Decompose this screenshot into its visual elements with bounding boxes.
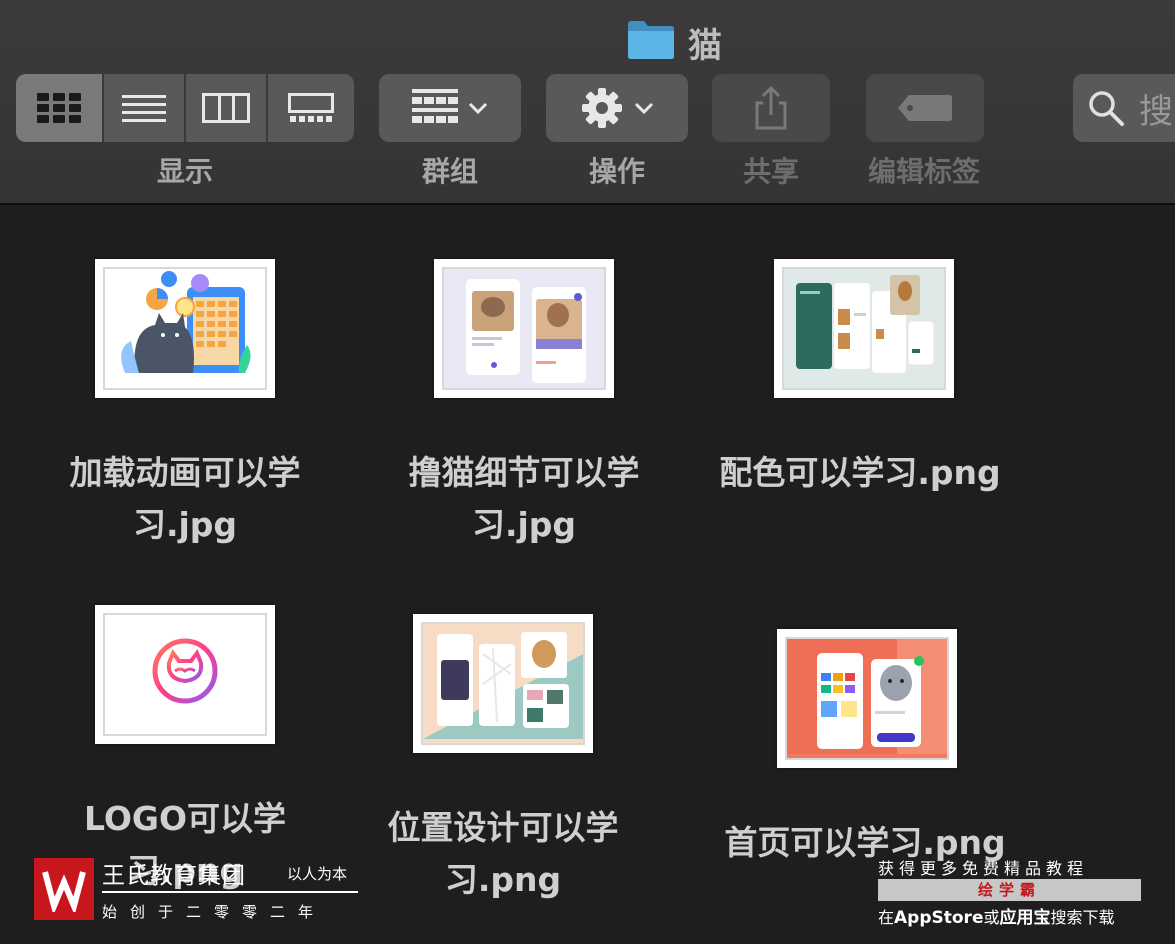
title-bar: 猫 [0, 8, 1175, 66]
home-app-mockup [787, 639, 947, 754]
gear-icon [582, 88, 622, 128]
list-view-button[interactable] [104, 74, 186, 142]
icon-view-button[interactable] [16, 74, 104, 142]
file-thumbnail[interactable] [434, 259, 614, 398]
view-label: 显示 [156, 155, 213, 188]
group-button[interactable] [379, 74, 521, 142]
chevron-down-icon [634, 102, 654, 115]
action-label: 操作 [588, 155, 645, 188]
edit-tags-label: 编辑标签 [867, 155, 980, 188]
promo-download: 在AppStore或应用宝搜索下载 [878, 908, 1115, 928]
w-logo-icon [42, 871, 86, 912]
gallery-view-button[interactable] [268, 74, 354, 142]
file-name: 配色可以学习.png [719, 453, 1001, 492]
file-name: 位置设计可以学 习.png [387, 808, 619, 899]
window-title: 猫 [688, 26, 722, 66]
column-view-button[interactable] [186, 74, 268, 142]
watermark-promo: 获得更多免费精品教程 绘学霸 在AppStore或应用宝搜索下载 [878, 855, 1148, 928]
company-name: 王氏教育集团 [102, 863, 246, 889]
company-logo [34, 858, 94, 920]
file-thumbnail[interactable] [413, 614, 593, 753]
cat-app-mockup [466, 279, 586, 383]
map-app-mockup [423, 632, 583, 739]
file-thumbnail[interactable] [774, 259, 954, 398]
search-placeholder: 搜 [1139, 91, 1173, 132]
promo-brand: 绘学霸 [878, 879, 1141, 901]
group-icon [412, 89, 458, 123]
view-segmented-control[interactable] [16, 74, 354, 142]
company-founded: 始创于二零零二年 [102, 903, 327, 921]
grid-icon [37, 93, 81, 123]
file-thumbnail[interactable] [95, 259, 275, 398]
company-slogan: 以人为本 [287, 865, 348, 883]
file-name: 撸猫细节可以学 习.jpg [408, 453, 640, 544]
share-label: 共享 [742, 155, 799, 188]
teal-app-mockup [796, 275, 935, 373]
file-icon-grid: 加载动画可以学 习.jpg 撸猫细节可以学 习.jpg 配色可以学习.png L… [0, 207, 1175, 944]
action-button[interactable] [546, 74, 688, 142]
watermark-company: 王氏教育集团 以人为本 始创于二零零二年 [34, 856, 364, 926]
search-input[interactable]: 搜 [1073, 74, 1175, 142]
gallery-icon [288, 93, 334, 122]
file-name: 加载动画可以学 习.jpg [69, 453, 301, 544]
tag-icon [898, 95, 952, 121]
columns-icon [202, 93, 250, 123]
folder-icon [628, 21, 674, 59]
file-thumbnail[interactable] [95, 605, 275, 744]
list-icon [122, 95, 166, 122]
file-thumbnail[interactable] [777, 629, 957, 768]
search-icon [1089, 91, 1124, 126]
edit-tags-button[interactable] [866, 74, 984, 142]
share-button[interactable] [712, 74, 830, 142]
group-label: 群组 [421, 155, 478, 188]
chevron-down-icon [468, 102, 488, 115]
divider [102, 891, 358, 893]
promo-line: 获得更多免费精品教程 [878, 859, 1089, 878]
cat-logo [152, 638, 218, 704]
finder-toolbar: 猫 显示 群组 操作 共享 编辑标签 搜 [0, 0, 1175, 205]
share-icon [755, 85, 787, 130]
cat-calendar-illustration [121, 271, 251, 373]
